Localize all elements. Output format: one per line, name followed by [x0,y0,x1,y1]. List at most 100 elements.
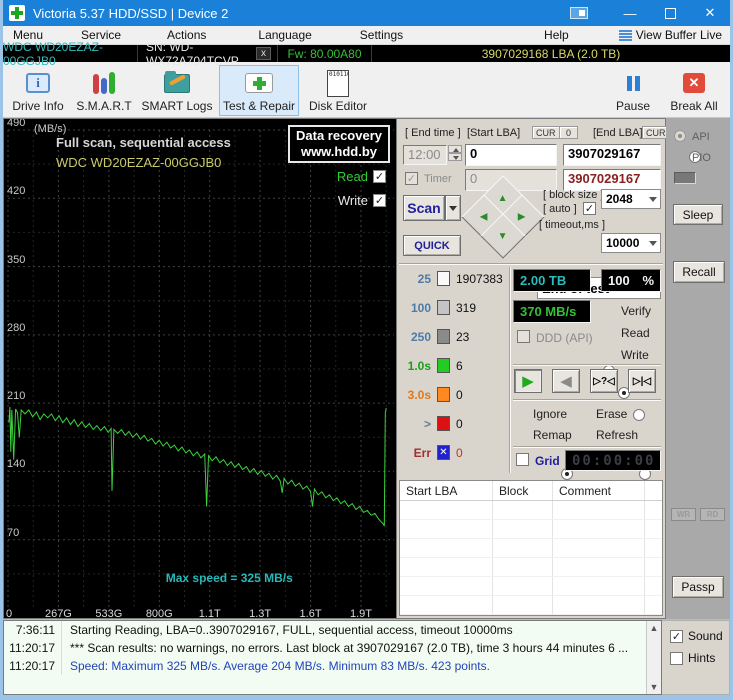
menu-help[interactable]: Help [534,28,579,42]
timeout-combo[interactable]: 10000 [601,233,661,253]
device-firmware: Fw: 80.00A80 [277,45,372,62]
control-panel: [ End time ] [Start LBA] CUR 0 [End LBA]… [396,118,666,619]
counter-swatch [437,300,450,315]
rd-button[interactable]: RD [700,508,725,521]
device-bar: WDC WD20EZAZ-00GGJB0 SN: WD-WX72A704TCVP… [3,45,730,62]
col-start-lba[interactable]: Start LBA [400,481,493,500]
sound-checkbox[interactable]: ✓ [670,630,683,643]
counter-swatch [437,329,450,344]
timer-checkbox[interactable]: ✓ [405,172,418,185]
log-scrollbar[interactable]: ▲ ▼ [646,621,661,694]
device-close-button[interactable]: x [256,47,271,60]
break-all-button[interactable]: ✕ Break All [664,65,724,116]
start-lba-cur-button[interactable]: CUR [532,126,560,139]
smart-icon [93,72,115,94]
hints-checkbox[interactable] [670,652,683,665]
scan-button[interactable]: Scan [403,195,445,221]
col-block[interactable]: Block [493,481,553,500]
device-capacity: 3907029168 LBA (2.0 TB) [372,45,730,62]
table-row [400,558,662,577]
butterfly-button[interactable]: ▷|◁ [628,369,656,393]
scroll-down-icon[interactable]: ▼ [650,682,659,692]
y-axis-tick: 280 [7,322,25,334]
write-radio[interactable] [633,409,645,421]
counter-swatch [437,271,450,286]
erase-label: Erase [596,407,627,421]
grid-checkbox[interactable] [516,453,529,466]
pause-button[interactable]: Pause [608,65,658,116]
log-panel[interactable]: 7:36:11 Starting Reading, LBA=0..3907029… [3,620,662,695]
start-lba-zero-button[interactable]: 0 [559,126,578,139]
tab-smart-logs[interactable]: SMART Logs [141,65,213,116]
x-axis-tick: 1.9T [341,608,381,619]
menu-view-buffer-live[interactable]: View Buffer Live [636,28,722,42]
maximize-button[interactable] [650,0,690,26]
graph-y-unit: (MB/s) [34,123,66,135]
disk-editor-icon: 010110110011101000001 [327,70,349,97]
menu-settings[interactable]: Settings [350,28,413,42]
pause-icon [627,76,640,91]
play-button[interactable]: ▶ [514,369,542,393]
close-button[interactable]: ✕ [690,0,730,26]
drive-info-icon: i [26,73,50,93]
scroll-up-icon[interactable]: ▲ [650,623,659,633]
ddd-checkbox[interactable] [517,330,530,343]
start-lba-label: [Start LBA] [467,127,520,139]
auto-checkbox[interactable]: ✓ [583,202,596,215]
end-lba-field2[interactable]: 3907029167 [563,169,661,191]
buffer-indicator-icon [570,7,588,19]
y-axis-tick: 490 [7,118,25,129]
scan-dropdown-button[interactable] [445,195,461,221]
legend-read: Read ✓ [337,169,386,184]
wr-button[interactable]: WR [671,508,696,521]
side-panel: API PIO Sleep Recall WR RD Passp [666,118,730,619]
max-speed-annotation: Max speed = 325 MB/s [129,571,329,585]
write-checkbox[interactable]: ✓ [373,194,386,207]
api-radio[interactable] [674,130,686,142]
end-lba-field[interactable]: 3907029167 [563,144,661,166]
seek-pad: ▲ ◀ ▶ ▼ [467,181,539,253]
percent-display: 100% [601,269,661,292]
block-size-combo[interactable]: 2048 [601,189,661,209]
tab-disk-editor[interactable]: 010110110011101000001 Disk Editor [305,65,371,116]
recall-button[interactable]: Recall [673,261,725,283]
tab-smart[interactable]: S.M.A.R.T [73,65,135,116]
api-label: API [692,131,710,143]
defect-table[interactable]: Start LBA Block Comment [399,480,663,616]
table-row [400,577,662,596]
log-side-panel: ✓ Sound Hints [662,620,730,695]
seek-test-button[interactable]: ▷?◁ [590,369,618,393]
smart-logs-icon [164,74,190,93]
end-lba-label: [End LBA] [593,127,643,139]
legend-write: Write ✓ [338,193,386,208]
toolbar: i Drive Info S.M.A.R.T SMART Logs Test &… [3,62,730,118]
tab-drive-info[interactable]: i Drive Info [9,65,67,116]
counter-swatch [437,387,450,402]
passp-button[interactable]: Passp [672,576,724,598]
tab-test-repair[interactable]: Test & Repair [219,65,299,116]
table-row [400,596,662,615]
x-axis-tick: 267G [38,608,78,619]
y-axis-tick: 350 [7,254,25,266]
break-all-icon: ✕ [683,73,705,93]
quick-button[interactable]: QUICK [403,235,461,256]
start-lba-field[interactable]: 0 [465,144,557,166]
end-time-spin-up[interactable] [448,145,462,153]
minimize-button[interactable]: — [610,0,650,26]
ddd-label: DDD (API) [536,331,593,345]
view-buffer-icon [619,29,632,42]
col-comment[interactable]: Comment [553,481,645,500]
sleep-button[interactable]: Sleep [673,204,723,225]
counter-swatch [437,416,450,431]
end-time-spin-down[interactable] [448,153,462,161]
graph-subtitle: WDC WD20EZAZ-00GGJB0 [56,155,221,170]
counter-row-1.0s: 1.0s6 [401,358,463,373]
device-model[interactable]: WDC WD20EZAZ-00GGJB0 [3,45,138,62]
title-bar: Victoria 5.37 HDD/SSD | Device 2 — ✕ [3,0,730,26]
auto-label: [ auto ] [543,203,577,215]
read-checkbox[interactable]: ✓ [373,170,386,183]
end-time-field[interactable]: 12:00 [403,145,447,165]
menu-language[interactable]: Language [248,28,321,42]
back-button[interactable]: ◀ [552,369,580,393]
remap-label: Remap [533,428,572,442]
